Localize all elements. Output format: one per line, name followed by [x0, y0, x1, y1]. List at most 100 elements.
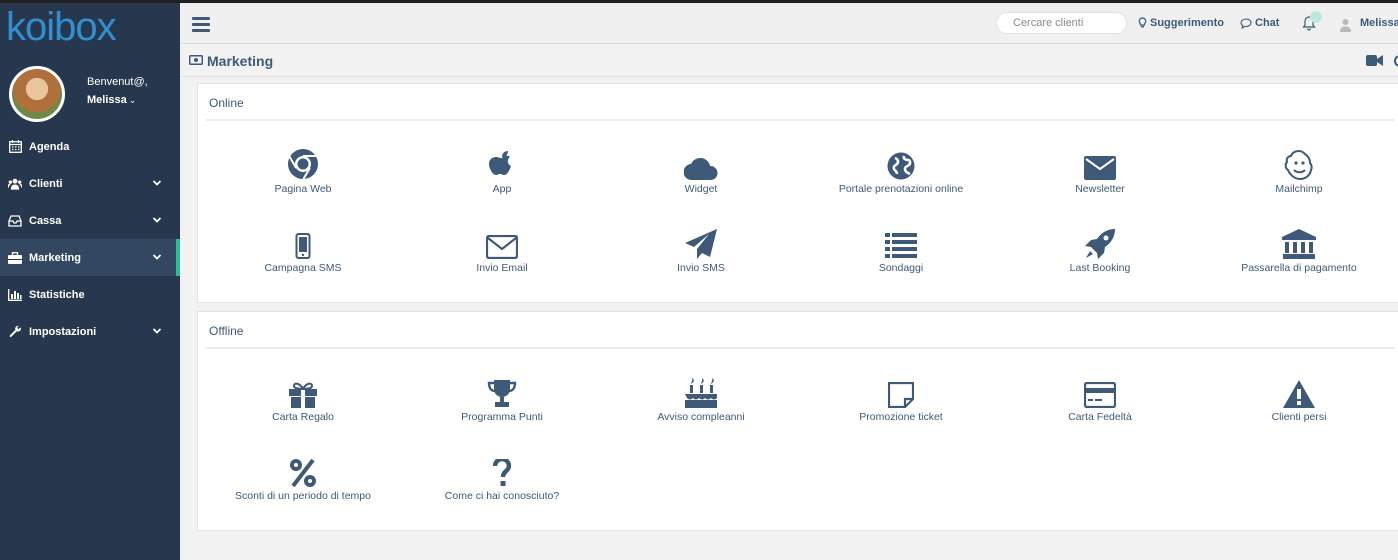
notification-badge [1310, 11, 1322, 23]
sidebar-item-label: Cassa [29, 214, 62, 227]
sticky-note-icon [801, 376, 1001, 408]
marketing-item-invio-sms[interactable]: Invio SMS [601, 227, 801, 274]
marketing-item-passarella-di-pagamento[interactable]: Passarella di pagamento [1199, 227, 1398, 274]
item-label: Passarella di pagamento [1241, 262, 1357, 274]
offline-section-title: Offline [209, 324, 244, 338]
chrome-icon [203, 148, 403, 180]
item-label: Promozione ticket [859, 411, 943, 423]
chat-icon [1240, 17, 1252, 29]
app-logo[interactable]: koibox [6, 7, 117, 47]
marketing-item-last-booking[interactable]: Last Booking [1000, 227, 1200, 274]
search-input[interactable] [996, 12, 1127, 34]
item-label: Widget [684, 183, 718, 195]
suggestion-link[interactable]: Suggerimento [1138, 17, 1224, 29]
sidebar-item-agenda[interactable]: Agenda [0, 128, 180, 165]
section-divider [206, 119, 1394, 121]
page-title: Marketing [207, 53, 274, 69]
bank-icon [1199, 227, 1398, 259]
marketing-item-come-ci-hai-conosciuto[interactable]: Come ci hai conosciuto? [402, 455, 602, 502]
item-label: Campagna SMS [264, 262, 342, 274]
sidebar: koibox Benvenut@, Melissa ⌄ Agenda Clienti… [0, 3, 180, 560]
item-label: Sconti di un periodo di tempo [234, 490, 371, 502]
sidebar-item-marketing[interactable]: Marketing [0, 239, 180, 276]
birthday-cake-icon [601, 376, 801, 408]
marketing-item-pagina-web[interactable]: Pagina Web [203, 148, 403, 195]
question-icon [402, 455, 602, 487]
topbar: Suggerimento Chat Melissa [180, 3, 1398, 44]
suggestion-label: Suggerimento [1150, 17, 1224, 29]
money-icon [189, 55, 203, 65]
users-icon [8, 177, 22, 191]
marketing-item-campagna-sms[interactable]: Campagna SMS [203, 227, 403, 274]
gift-icon [203, 376, 403, 408]
marketing-item-app[interactable]: App [402, 148, 602, 195]
user-icon[interactable] [1340, 18, 1351, 32]
chevron-down-icon[interactable] [152, 178, 162, 188]
item-label: Newsletter [1075, 183, 1125, 195]
chat-link[interactable]: Chat [1240, 17, 1279, 29]
item-label: Come ci hai conosciuto? [444, 490, 560, 502]
item-label: Invio Email [476, 262, 528, 274]
user-menu-toggle[interactable]: Melissa ⌄ [87, 94, 136, 106]
marketing-item-programma-punti[interactable]: Programma Punti [402, 376, 602, 423]
paper-plane-icon [601, 227, 801, 259]
item-label: Carta Fedeltà [1068, 411, 1132, 423]
chevron-down-icon[interactable] [152, 326, 162, 336]
offline-section: Offline Carta Regalo Programma Punti Avvis… [197, 311, 1398, 531]
marketing-item-avviso-compleanni[interactable]: Avviso compleanni [601, 376, 801, 423]
video-camera-icon[interactable] [1366, 54, 1383, 67]
marketing-item-clienti-persi[interactable]: Clienti persi [1199, 376, 1398, 423]
sidebar-user-name: Melissa [87, 94, 127, 106]
marketing-item-carta-fedelt[interactable]: Carta Fedeltà [1000, 376, 1200, 423]
sidebar-item-label: Marketing [29, 251, 81, 264]
calendar-icon [8, 140, 22, 154]
chevron-down-icon[interactable] [152, 252, 162, 262]
item-label: App [492, 183, 512, 195]
sidebar-item-impostazioni[interactable]: Impostazioni [0, 313, 180, 350]
marketing-item-widget[interactable]: Widget [601, 148, 801, 195]
sidebar-item-statistiche[interactable]: Statistiche [0, 276, 180, 313]
marketing-item-promozione-ticket[interactable]: Promozione ticket [801, 376, 1001, 423]
marketing-item-sondaggi[interactable]: Sondaggi [801, 227, 1001, 274]
mailchimp-icon [1199, 148, 1398, 180]
item-label: Clienti persi [1271, 411, 1327, 423]
item-label: Programma Punti [461, 411, 543, 423]
item-label: Invio SMS [677, 262, 725, 274]
marketing-item-sconti-di-un-periodo-di-tempo[interactable]: Sconti di un periodo di tempo [203, 455, 403, 502]
section-divider [206, 347, 1394, 349]
online-section-title: Online [209, 96, 244, 110]
percent-icon [203, 455, 403, 487]
sidebar-item-cassa[interactable]: Cassa [0, 202, 180, 239]
sidebar-item-clienti[interactable]: Clienti [0, 165, 180, 202]
hamburger-menu-icon[interactable] [192, 17, 210, 32]
bar-chart-icon [8, 288, 22, 302]
item-label: Portale prenotazioni online [838, 183, 964, 195]
envelope-icon [1000, 148, 1200, 180]
topbar-user-name[interactable]: Melissa [1360, 17, 1398, 29]
window-top-edge [0, 0, 1398, 3]
marketing-item-newsletter[interactable]: Newsletter [1000, 148, 1200, 195]
marketing-item-portale-prenotazioni-online[interactable]: Portale prenotazioni online [801, 148, 1001, 195]
apple-icon [402, 148, 602, 180]
chat-label: Chat [1255, 17, 1280, 29]
mobile-icon [203, 227, 403, 259]
chevron-down-icon[interactable] [152, 215, 162, 225]
envelope-outline-icon [402, 227, 602, 259]
sidebar-menu: Agenda Clienti Cassa Marketing Statistiche Im… [0, 128, 180, 350]
wrench-icon [8, 325, 22, 339]
avatar[interactable] [9, 66, 65, 122]
item-label: Carta Regalo [272, 411, 334, 423]
warning-icon [1199, 376, 1398, 408]
cloud-icon [601, 148, 801, 180]
sidebar-item-label: Clienti [29, 177, 63, 190]
item-label: Mailchimp [1275, 183, 1323, 195]
sidebar-item-label: Statistiche [29, 288, 85, 301]
help-circle-icon[interactable] [1394, 55, 1398, 67]
sidebar-item-label: Agenda [29, 140, 70, 153]
marketing-item-carta-regalo[interactable]: Carta Regalo [203, 376, 403, 423]
item-label: Sondaggi [878, 262, 924, 274]
marketing-item-mailchimp[interactable]: Mailchimp [1199, 148, 1398, 195]
marketing-item-invio-email[interactable]: Invio Email [402, 227, 602, 274]
briefcase-icon [8, 251, 22, 265]
trophy-icon [402, 376, 602, 408]
